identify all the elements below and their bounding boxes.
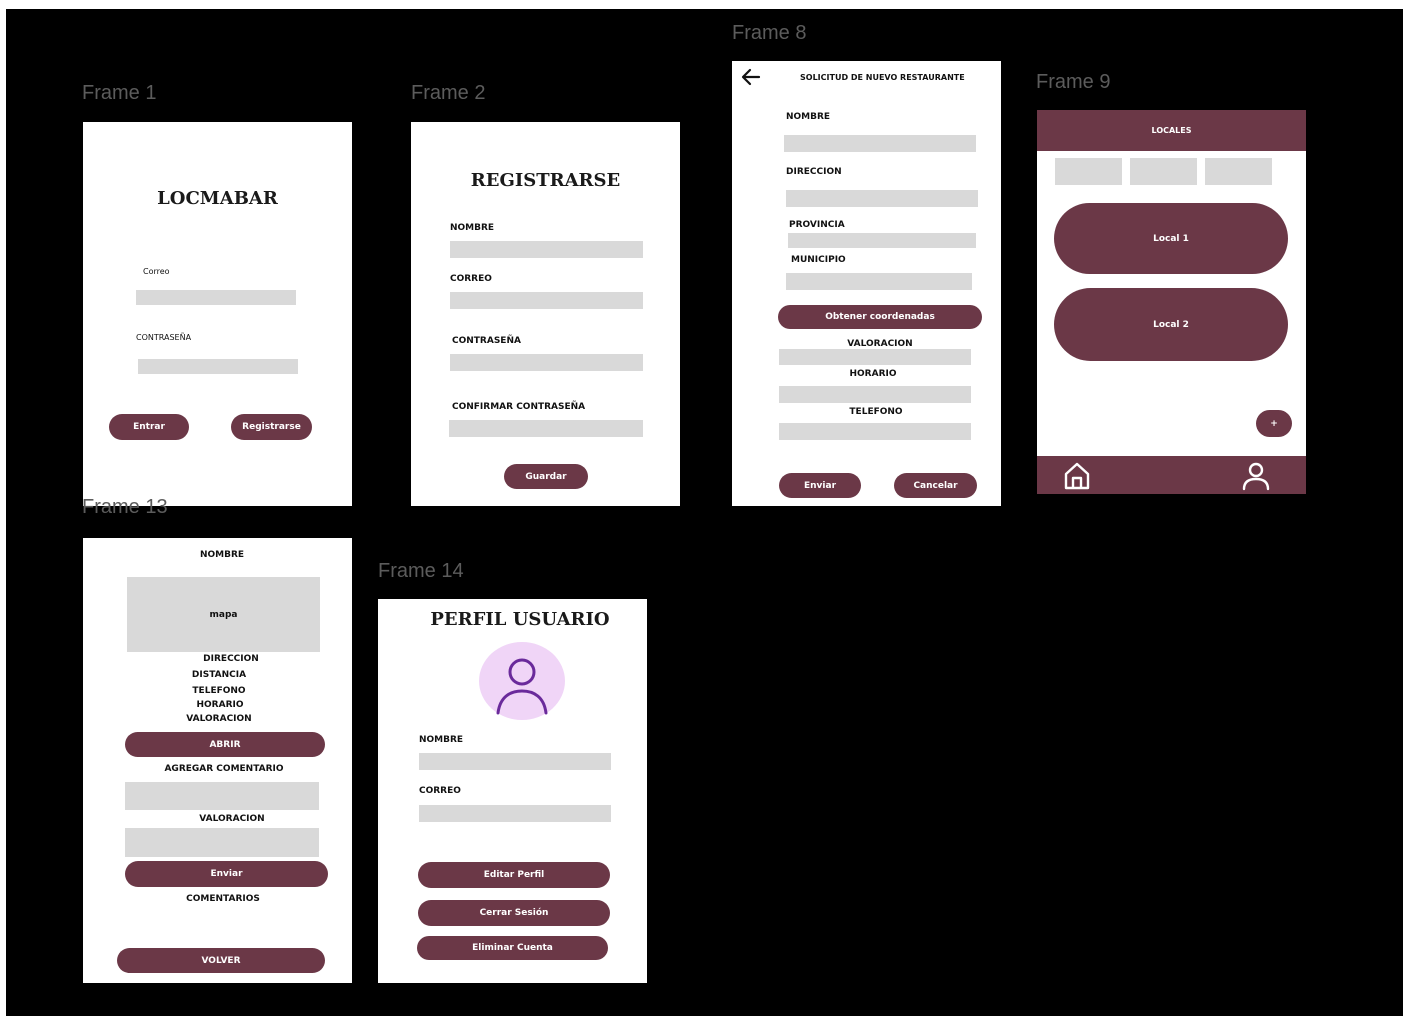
home-icon[interactable] bbox=[1062, 461, 1092, 491]
add-local-button[interactable]: + bbox=[1256, 410, 1292, 437]
frame-9-label[interactable]: Frame 9 bbox=[1036, 71, 1110, 94]
comments-label: COMENTARIOS bbox=[186, 894, 260, 904]
bottom-nav-bar bbox=[1037, 456, 1306, 494]
phone-field[interactable] bbox=[779, 423, 971, 440]
email-field[interactable] bbox=[419, 805, 611, 822]
frame-2-register[interactable]: REGISTRARSE NOMBRE CORREO CONTRASEÑA CON… bbox=[411, 122, 680, 506]
schedule-label: HORARIO bbox=[196, 700, 244, 710]
frame-9-locales[interactable]: LOCALES Local 1 Local 2 + bbox=[1037, 110, 1306, 494]
map-label: mapa bbox=[209, 609, 238, 620]
delete-account-button[interactable]: Eliminar Cuenta bbox=[417, 936, 608, 960]
address-label: DIRECCION bbox=[203, 654, 259, 664]
register-button[interactable]: Registrarse bbox=[231, 414, 312, 440]
email-label: Correo bbox=[143, 267, 170, 276]
open-button[interactable]: ABRIR bbox=[125, 732, 325, 757]
email-label: CORREO bbox=[450, 274, 492, 284]
frame-2-label[interactable]: Frame 2 bbox=[411, 82, 485, 105]
filter-chip-1[interactable] bbox=[1055, 158, 1122, 185]
confirm-password-field[interactable] bbox=[449, 420, 643, 437]
name-field[interactable] bbox=[450, 241, 643, 258]
municipality-field[interactable] bbox=[786, 273, 972, 290]
edit-profile-button[interactable]: Editar Perfil bbox=[418, 862, 610, 888]
name-field[interactable] bbox=[419, 753, 611, 770]
local-card-1[interactable]: Local 1 bbox=[1054, 203, 1288, 274]
back-button[interactable]: VOLVER bbox=[117, 948, 325, 973]
email-label: CORREO bbox=[419, 786, 461, 796]
password-label: CONTRASEÑA bbox=[136, 333, 192, 342]
local-card-2[interactable]: Local 2 bbox=[1054, 288, 1288, 361]
address-field[interactable] bbox=[786, 190, 978, 207]
name-label: NOMBRE bbox=[419, 735, 464, 745]
frame-8-label[interactable]: Frame 8 bbox=[732, 22, 806, 45]
rating-field[interactable] bbox=[779, 349, 971, 365]
send-button[interactable]: Enviar bbox=[779, 473, 861, 498]
frame-1-label[interactable]: Frame 1 bbox=[82, 82, 156, 105]
user-icon[interactable] bbox=[1241, 461, 1271, 491]
comment-field[interactable] bbox=[125, 782, 319, 810]
user-avatar-icon bbox=[479, 642, 565, 720]
frame-13-local-detail[interactable]: NOMBRE mapa DIRECCION DISTANCIA TELEFONO… bbox=[83, 538, 352, 983]
rating-input-label: VALORACION bbox=[199, 814, 265, 824]
frame-1-login[interactable]: LOCMABAR Correo CONTRASEÑA Entrar Regist… bbox=[83, 122, 352, 506]
phone-label: TELEFONO bbox=[192, 686, 246, 696]
filter-chip-2[interactable] bbox=[1130, 158, 1197, 185]
password-label: CONTRASEÑA bbox=[452, 336, 521, 346]
confirm-password-label: CONFIRMAR CONTRASEÑA bbox=[452, 402, 586, 412]
name-label: NOMBRE bbox=[786, 112, 831, 122]
rating-label: VALORACION bbox=[847, 339, 913, 349]
email-field[interactable] bbox=[450, 292, 643, 309]
province-label: PROVINCIA bbox=[789, 220, 845, 230]
logout-button[interactable]: Cerrar Sesión bbox=[418, 900, 610, 926]
form-title: SOLICITUD DE NUEVO RESTAURANTE bbox=[800, 73, 965, 82]
municipality-label: MUNICIPIO bbox=[791, 255, 846, 265]
province-field[interactable] bbox=[788, 233, 976, 248]
cancel-button[interactable]: Cancelar bbox=[894, 473, 977, 498]
frame-14-label[interactable]: Frame 14 bbox=[378, 560, 464, 583]
email-field[interactable] bbox=[136, 290, 296, 305]
password-field[interactable] bbox=[138, 359, 298, 374]
map-placeholder[interactable]: mapa bbox=[127, 577, 320, 652]
filter-chip-3[interactable] bbox=[1205, 158, 1272, 185]
rating-label: VALORACION bbox=[186, 714, 252, 724]
header-title: LOCALES bbox=[1151, 126, 1192, 135]
get-coordinates-button[interactable]: Obtener coordenadas bbox=[778, 305, 982, 329]
distance-label: DISTANCIA bbox=[191, 670, 247, 680]
frame-8-new-restaurant[interactable]: SOLICITUD DE NUEVO RESTAURANTE NOMBRE DI… bbox=[732, 61, 1001, 506]
schedule-field[interactable] bbox=[779, 386, 971, 403]
app-title: LOCMABAR bbox=[157, 188, 278, 209]
schedule-label: HORARIO bbox=[849, 369, 897, 379]
local-name-label: NOMBRE bbox=[199, 550, 245, 560]
back-arrow-icon[interactable] bbox=[741, 68, 761, 86]
rating-input-field[interactable] bbox=[125, 828, 319, 857]
frame-13-label[interactable]: Frame 13 bbox=[82, 496, 168, 519]
profile-title: PERFIL USUARIO bbox=[430, 609, 610, 630]
enter-button[interactable]: Entrar bbox=[109, 414, 189, 440]
save-button[interactable]: Guardar bbox=[504, 464, 588, 489]
name-label: NOMBRE bbox=[450, 223, 495, 233]
add-comment-label: AGREGAR COMENTARIO bbox=[164, 764, 284, 774]
name-field[interactable] bbox=[784, 135, 976, 152]
send-comment-button[interactable]: Enviar bbox=[125, 861, 328, 887]
phone-label: TELEFONO bbox=[849, 407, 903, 417]
header-bar: LOCALES bbox=[1037, 110, 1306, 151]
password-field[interactable] bbox=[450, 354, 643, 371]
address-label: DIRECCION bbox=[786, 167, 842, 177]
register-title: REGISTRARSE bbox=[470, 170, 621, 191]
frame-14-user-profile[interactable]: PERFIL USUARIO NOMBRE CORREO Editar Perf… bbox=[378, 599, 647, 983]
